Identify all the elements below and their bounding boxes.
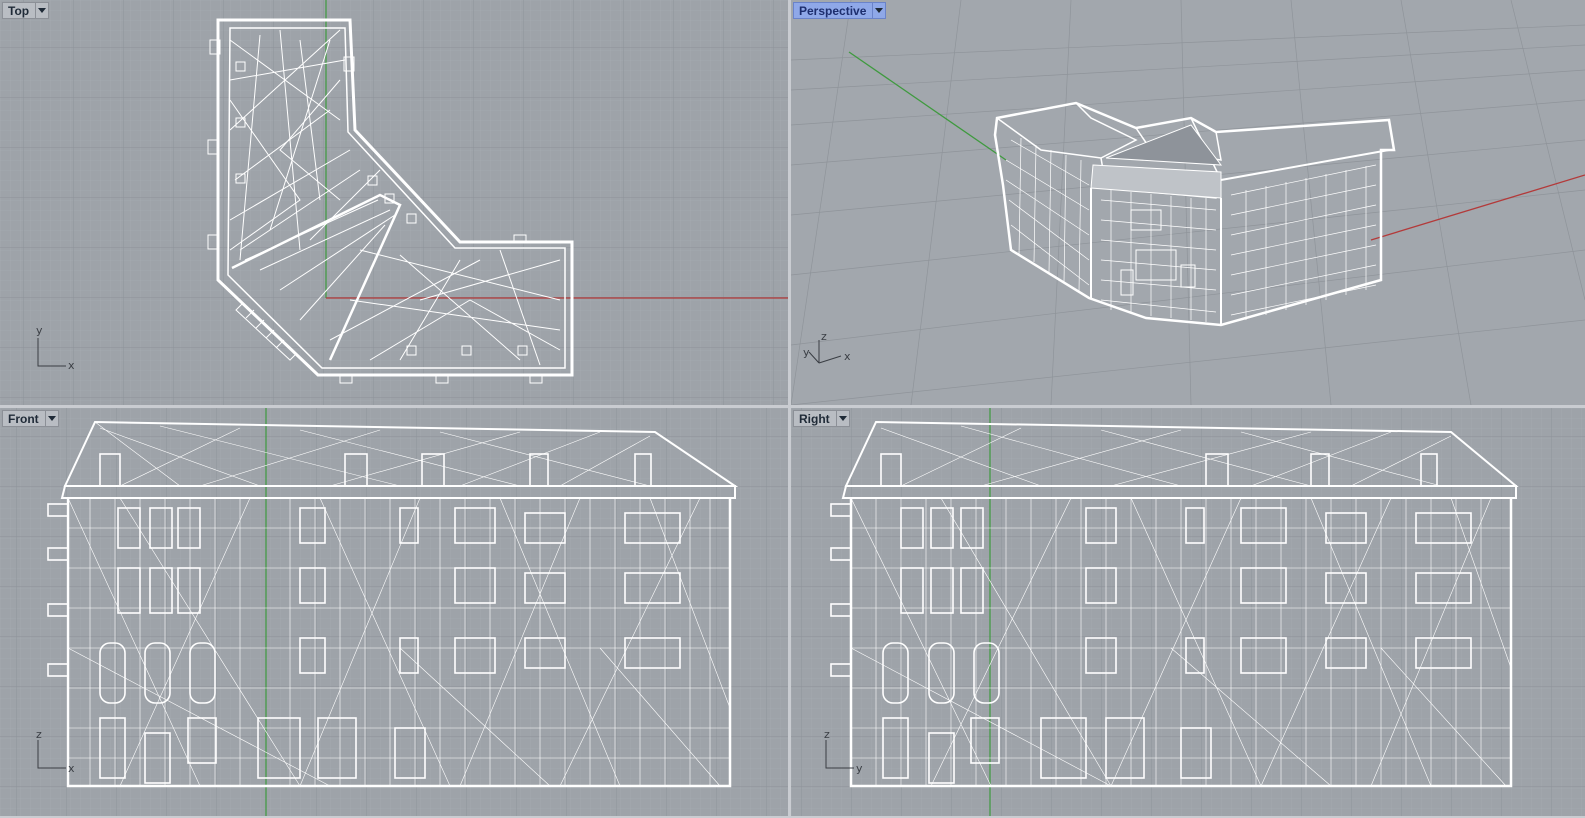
chevron-down-icon[interactable]: [835, 410, 850, 427]
axis-z-label: z: [821, 330, 827, 343]
axis-z-label: z: [36, 728, 42, 741]
right-view-canvas[interactable]: z y: [791, 408, 1585, 816]
viewport-perspective[interactable]: z y x Perspective: [791, 0, 1585, 405]
viewport-top[interactable]: y x Top: [0, 0, 788, 405]
axis-x-label: x: [844, 350, 851, 363]
axis-y-label: y: [36, 324, 43, 337]
viewport-label[interactable]: Perspective: [793, 2, 873, 19]
axis-x-label: x: [68, 359, 75, 372]
viewport-label[interactable]: Front: [2, 410, 45, 427]
viewport-label[interactable]: Right: [793, 410, 836, 427]
front-view-canvas[interactable]: z x: [0, 408, 788, 816]
chevron-down-icon[interactable]: [35, 2, 50, 19]
viewport-title-front[interactable]: Front: [2, 410, 59, 427]
axis-y-label: y: [803, 346, 810, 359]
axis-z-label: z: [824, 728, 830, 741]
chevron-down-icon[interactable]: [872, 2, 887, 19]
viewport-front[interactable]: z x Front: [0, 408, 788, 816]
perspective-view-canvas[interactable]: z y x: [791, 0, 1585, 405]
viewport-title-top[interactable]: Top: [2, 2, 50, 19]
axis-x-label: x: [68, 762, 75, 775]
viewport-right[interactable]: z y Right: [791, 408, 1585, 816]
viewport-label[interactable]: Top: [2, 2, 36, 19]
viewport-title-perspective[interactable]: Perspective: [793, 2, 887, 19]
axis-y-label: y: [856, 762, 863, 775]
viewport-title-right[interactable]: Right: [793, 410, 850, 427]
top-view-canvas[interactable]: y x: [0, 0, 788, 405]
chevron-down-icon[interactable]: [44, 410, 59, 427]
